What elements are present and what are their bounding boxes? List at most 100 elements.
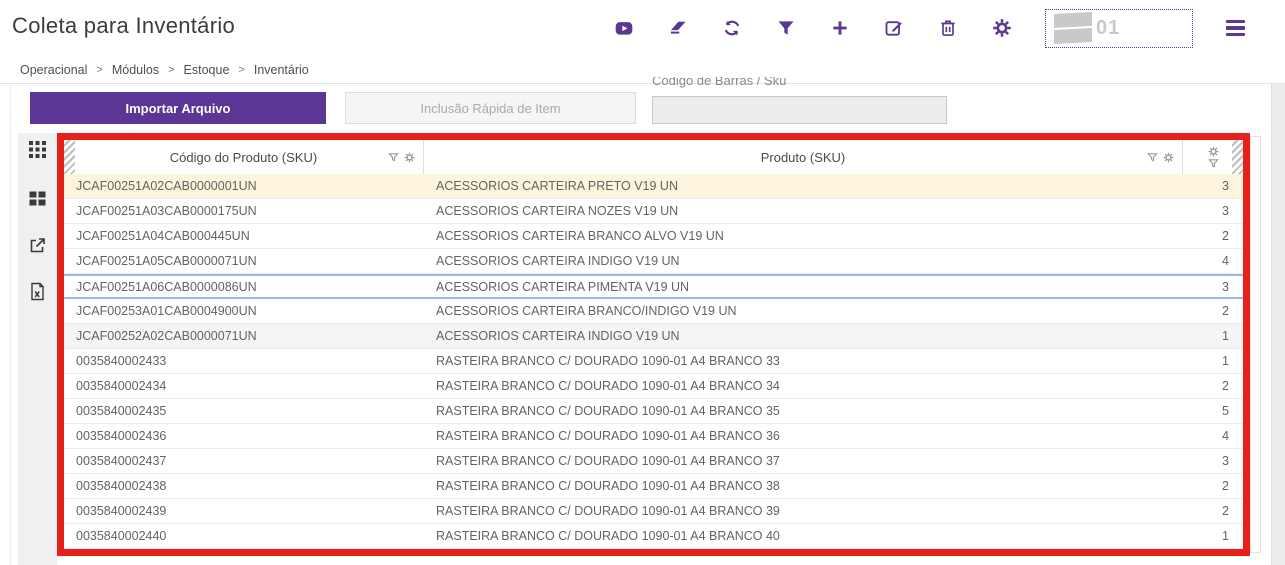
column-header-produto[interactable]: Produto (SKU)	[424, 140, 1183, 174]
menu-button[interactable]	[1226, 20, 1245, 36]
product-cell: ACESSORIOS CARTEIRA PIMENTA V19 UN	[436, 279, 690, 294]
video-tutorial-button[interactable]	[613, 18, 634, 39]
qty-cell: 3	[1222, 454, 1229, 468]
product-cell: RASTEIRA BRANCO C/ DOURADO 1090-01 A4 BR…	[436, 454, 780, 468]
breadcrumb-item-operacional[interactable]: Operacional	[20, 63, 87, 77]
sku-cell: JCAF00251A05CAB0000071UN	[76, 254, 257, 268]
refresh-icon	[724, 20, 739, 36]
qty-cell: 5	[1222, 404, 1229, 418]
sku-cell: 0035840002435	[76, 404, 167, 418]
product-cell: ACESSORIOS CARTEIRA PRETO V19 UN	[436, 179, 678, 193]
video-tutorial-icon	[615, 22, 632, 35]
qty-cell: 3	[1222, 204, 1229, 218]
quick-add-item-button[interactable]: Inclusão Rápida de Item	[345, 92, 636, 124]
icon-rail	[18, 133, 57, 565]
column-header-sku[interactable]: Código do Produto (SKU)	[64, 140, 424, 174]
product-cell: RASTEIRA BRANCO C/ DOURADO 1090-01 A4 BR…	[436, 404, 780, 418]
breadcrumb-item-inventario[interactable]: Inventário	[254, 63, 309, 77]
table-row[interactable]: JCAF00251A06CAB0000086UN ACESSORIOS CARTE…	[64, 274, 1243, 299]
table-row[interactable]: 0035840002439 RASTEIRA BRANCO C/ DOURADO …	[64, 499, 1243, 524]
gear-icon[interactable]	[1163, 152, 1174, 163]
grid-view-button[interactable]	[28, 140, 47, 159]
table-row[interactable]: 0035840002437 RASTEIRA BRANCO C/ DOURADO …	[64, 449, 1243, 474]
page-title: Coleta para Inventário	[12, 13, 236, 38]
toolbar: 01	[613, 0, 1245, 56]
edit-button[interactable]	[883, 18, 904, 39]
layout-selector[interactable]: 01	[1045, 8, 1193, 48]
column-header-qty[interactable]	[1183, 140, 1243, 174]
panel-left-border	[10, 84, 11, 565]
drag-handle-stripes	[64, 140, 75, 174]
product-cell: RASTEIRA BRANCO C/ DOURADO 1090-01 A4 BR…	[436, 529, 780, 543]
product-cell: RASTEIRA BRANCO C/ DOURADO 1090-01 A4 BR…	[436, 379, 780, 393]
refresh-button[interactable]	[721, 18, 742, 39]
product-cell: RASTEIRA BRANCO C/ DOURADO 1090-01 A4 BR…	[436, 429, 780, 443]
product-cell: ACESSORIOS CARTEIRA NOZES V19 UN	[436, 204, 679, 218]
add-button[interactable]	[829, 18, 850, 39]
table-row[interactable]: JCAF00251A03CAB0000175UN ACESSORIOS CARTE…	[64, 199, 1243, 224]
card-view-button[interactable]	[28, 189, 47, 208]
qty-cell: 2	[1222, 229, 1229, 243]
sku-cell: 0035840002434	[76, 379, 167, 393]
product-cell: ACESSORIOS CARTEIRA INDIGO V19 UN	[436, 329, 680, 343]
table-row[interactable]: JCAF00251A02CAB0000001UN ACESSORIOS CARTE…	[64, 174, 1243, 199]
sku-cell: JCAF00251A02CAB0000001UN	[76, 179, 257, 193]
qty-cell: 1	[1222, 329, 1229, 343]
eraser-icon	[670, 21, 685, 34]
sku-cell: 0035840002437	[76, 454, 167, 468]
sku-cell: 0035840002433	[76, 354, 167, 368]
breadcrumb-item-modulos[interactable]: Módulos	[112, 63, 159, 77]
table-row[interactable]: JCAF00253A01CAB0004900UN ACESSORIOS CARTE…	[64, 299, 1243, 324]
table-row[interactable]: 0035840002434 RASTEIRA BRANCO C/ DOURADO …	[64, 374, 1243, 399]
qty-cell: 2	[1222, 479, 1229, 493]
sku-cell: JCAF00251A03CAB0000175UN	[76, 204, 257, 218]
layout-page-indicator: 01	[1096, 16, 1121, 39]
table-row[interactable]: 0035840002435 RASTEIRA BRANCO C/ DOURADO …	[64, 399, 1243, 424]
breadcrumb-item-estoque[interactable]: Estoque	[184, 63, 230, 77]
gear-icon	[992, 19, 1011, 37]
gear-icon[interactable]	[1208, 146, 1219, 157]
table-row[interactable]: 0035840002440 RASTEIRA BRANCO C/ DOURADO …	[64, 524, 1243, 549]
grid-scrollbar[interactable]	[1250, 136, 1261, 553]
barcode-sku-label: Código de Barras / Sku	[652, 77, 787, 88]
page-scrollbar[interactable]	[1271, 84, 1285, 565]
highlight-annotation: Código do Produto (SKU) Produto (SKU) JC…	[57, 133, 1250, 556]
product-cell: RASTEIRA BRANCO C/ DOURADO 1090-01 A4 BR…	[436, 504, 780, 518]
table-row[interactable]: JCAF00251A04CAB000445UN ACESSORIOS CARTEI…	[64, 224, 1243, 249]
qty-cell: 3	[1222, 279, 1229, 294]
export-excel-button[interactable]	[28, 282, 47, 301]
table-row[interactable]: JCAF00251A05CAB0000071UN ACESSORIOS CARTE…	[64, 249, 1243, 274]
sku-cell: 0035840002440	[76, 529, 167, 543]
sku-cell: JCAF00251A04CAB000445UN	[76, 229, 250, 243]
product-cell: RASTEIRA BRANCO C/ DOURADO 1090-01 A4 BR…	[436, 479, 780, 493]
filter-icon[interactable]	[1207, 158, 1219, 169]
barcode-sku-input[interactable]	[652, 96, 947, 124]
breadcrumb: Operacional > Módulos > Estoque > Invent…	[0, 56, 1285, 84]
open-external-button[interactable]	[28, 236, 47, 255]
qty-cell: 2	[1222, 304, 1229, 318]
breadcrumb-separator: >	[96, 63, 103, 76]
grid-view-icon	[29, 141, 46, 158]
filter-icon[interactable]	[1147, 152, 1158, 163]
qty-cell: 1	[1222, 529, 1229, 543]
product-cell: ACESSORIOS CARTEIRA BRANCO ALVO V19 UN	[436, 229, 724, 243]
product-cell: ACESSORIOS CARTEIRA INDIGO V19 UN	[436, 254, 680, 268]
gear-icon[interactable]	[404, 152, 415, 163]
import-file-button[interactable]: Importar Arquivo	[30, 92, 326, 124]
table-row[interactable]: 0035840002438 RASTEIRA BRANCO C/ DOURADO …	[64, 474, 1243, 499]
table-row[interactable]: 0035840002436 RASTEIRA BRANCO C/ DOURADO …	[64, 424, 1243, 449]
table-body: JCAF00251A02CAB0000001UN ACESSORIOS CARTE…	[64, 174, 1243, 549]
delete-button[interactable]	[937, 18, 958, 39]
top-bar: Coleta para Inventário 01	[0, 0, 1285, 57]
product-cell: ACESSORIOS CARTEIRA BRANCO/INDIGO V19 UN	[436, 304, 737, 318]
qty-cell: 2	[1222, 379, 1229, 393]
settings-button[interactable]	[991, 18, 1012, 39]
table-row[interactable]: JCAF00252A02CAB0000071UN ACESSORIOS CARTE…	[64, 324, 1243, 349]
eraser-button[interactable]	[667, 18, 688, 39]
sku-cell: 0035840002436	[76, 429, 167, 443]
open-external-icon	[30, 238, 45, 253]
product-cell: RASTEIRA BRANCO C/ DOURADO 1090-01 A4 BR…	[436, 354, 780, 368]
filter-button[interactable]	[775, 18, 796, 39]
filter-icon[interactable]	[388, 152, 399, 163]
table-row[interactable]: 0035840002433 RASTEIRA BRANCO C/ DOURADO …	[64, 349, 1243, 374]
